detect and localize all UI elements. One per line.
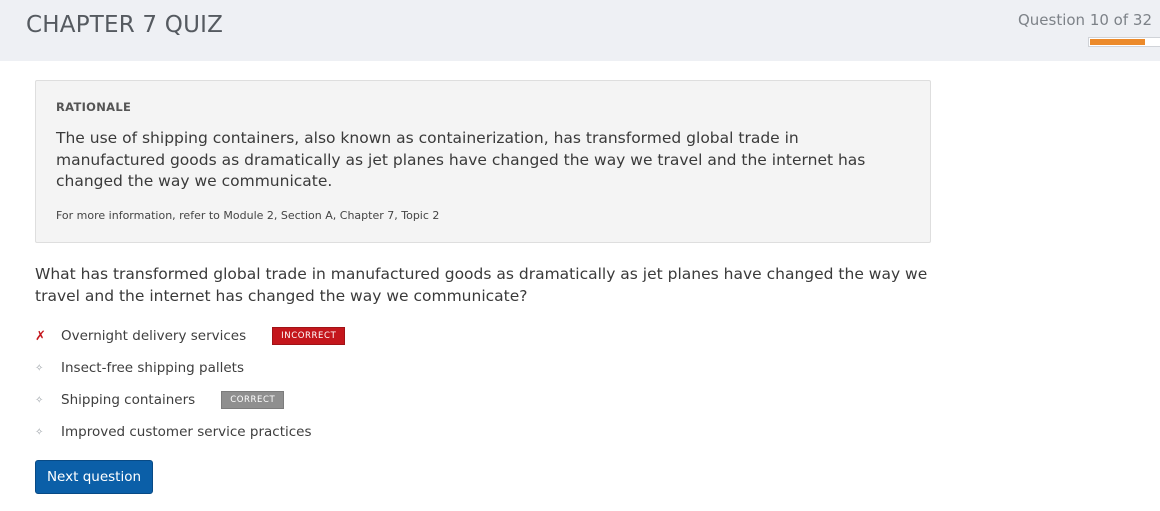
answer-label: Overnight delivery services <box>61 328 247 344</box>
answer-list: ✗ Overnight delivery services INCORRECT … <box>35 320 346 448</box>
correct-badge: CORRECT <box>221 391 285 409</box>
question-progress-label: Question 10 of 32 <box>1017 11 1152 29</box>
answer-option-1: ✗ Overnight delivery services INCORRECT <box>35 320 346 352</box>
answer-label: Improved customer service practices <box>61 424 312 440</box>
incorrect-badge: INCORRECT <box>272 327 346 345</box>
answer-option-3: ✧ Shipping containers CORRECT <box>35 384 345 416</box>
next-question-button[interactable]: Next question <box>35 460 153 494</box>
quiz-header: CHAPTER 7 QUIZ Question 10 of 32 <box>0 0 1160 61</box>
cross-icon: ✗ <box>35 328 46 344</box>
rationale-heading: RATIONALE <box>56 100 132 114</box>
answer-label: Insect-free shipping pallets <box>61 360 244 376</box>
rationale-body: The use of shipping containers, also kno… <box>56 129 866 190</box>
answer-option-2: ✧ Insect-free shipping pallets <box>35 352 345 384</box>
diamond-bullet-icon: ✧ <box>35 426 44 438</box>
question-progress-bar <box>1088 37 1160 47</box>
answer-label: Shipping containers <box>61 392 196 408</box>
rationale-panel: RATIONALE The use of shipping containers… <box>35 80 931 243</box>
answer-option-4: ✧ Improved customer service practices <box>35 416 345 448</box>
rationale-reference: For more information, refer to Module 2,… <box>56 208 440 222</box>
quiz-title: CHAPTER 7 QUIZ <box>26 12 224 38</box>
diamond-bullet-icon: ✧ <box>35 362 44 374</box>
diamond-bullet-icon: ✧ <box>35 394 44 406</box>
question-progress-fill <box>1090 39 1145 45</box>
question-text: What has transformed global trade in man… <box>35 265 928 305</box>
